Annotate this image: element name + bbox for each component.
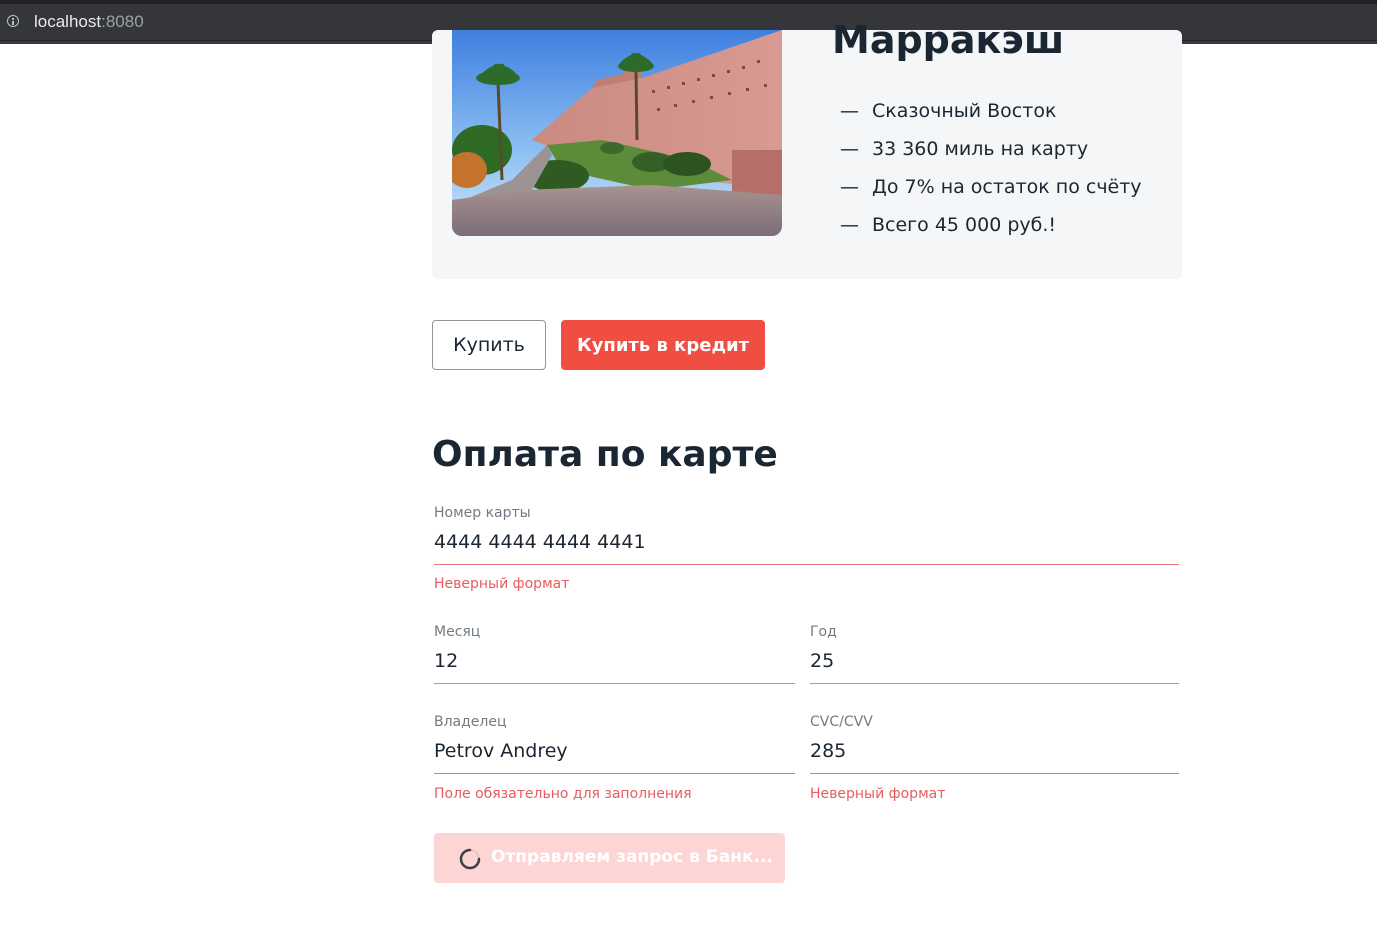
feature-item: — Сказочный Восток bbox=[840, 92, 1142, 130]
card-number-error: Неверный формат bbox=[434, 576, 570, 592]
feature-text: До 7% на остаток по счёту bbox=[872, 176, 1142, 198]
feature-text: 33 360 миль на карту bbox=[872, 138, 1089, 160]
owner-label: Владелец bbox=[434, 714, 507, 730]
year-underline bbox=[810, 683, 1179, 684]
card-number-underline bbox=[434, 564, 1179, 565]
buy-button[interactable]: Купить bbox=[432, 320, 546, 370]
cvc-field[interactable]: CVC/CVV bbox=[810, 713, 1179, 774]
card-number-label: Номер карты bbox=[434, 505, 531, 521]
feature-dash: — bbox=[840, 100, 859, 122]
url-text[interactable]: localhost:8080 bbox=[34, 12, 144, 32]
url-port: :8080 bbox=[101, 12, 144, 31]
offer-features-list: — Сказочный Восток —33 360 миль на карту … bbox=[840, 92, 1142, 244]
card-number-input[interactable] bbox=[434, 530, 1179, 554]
offer-title: Марракэш bbox=[832, 18, 1065, 62]
feature-dash: — bbox=[840, 214, 859, 236]
year-field[interactable]: Год bbox=[810, 623, 1179, 684]
cvc-error: Неверный формат bbox=[810, 786, 946, 802]
cvc-underline bbox=[810, 773, 1179, 774]
payment-title: Оплата по карте bbox=[432, 434, 778, 475]
owner-underline bbox=[434, 773, 795, 774]
submit-button-label: Отправляем запрос в Банк... bbox=[491, 847, 773, 867]
url-host: localhost bbox=[34, 12, 102, 31]
feature-dash: — bbox=[840, 176, 859, 198]
month-input[interactable] bbox=[434, 649, 795, 673]
buy-on-credit-button[interactable]: Купить в кредит bbox=[561, 320, 765, 370]
cvc-input[interactable] bbox=[810, 739, 1179, 763]
feature-dash: — bbox=[840, 138, 859, 160]
loading-spinner-icon bbox=[459, 848, 481, 870]
cvc-label: CVC/CVV bbox=[810, 714, 873, 730]
year-label: Год bbox=[810, 624, 837, 640]
month-field[interactable]: Месяц bbox=[434, 623, 795, 684]
owner-field[interactable]: Владелец bbox=[434, 713, 795, 774]
info-icon[interactable] bbox=[7, 15, 19, 27]
card-number-field[interactable]: Номер карты bbox=[434, 504, 1179, 565]
owner-error: Поле обязательно для заполнения bbox=[434, 786, 692, 802]
marrakesh-photo bbox=[452, 30, 782, 236]
month-underline bbox=[434, 683, 795, 684]
owner-input[interactable] bbox=[434, 739, 795, 763]
year-input[interactable] bbox=[810, 649, 1179, 673]
feature-item: — До 7% на остаток по счёту bbox=[840, 168, 1142, 206]
feature-item: — 33 360 миль на карту bbox=[840, 130, 1142, 168]
feature-text: Всего 45 000 руб.! bbox=[872, 214, 1057, 236]
feature-item: — Всего 45 000 руб.! bbox=[840, 206, 1142, 244]
feature-text: Сказочный Восток bbox=[872, 100, 1057, 122]
month-label: Месяц bbox=[434, 624, 481, 640]
